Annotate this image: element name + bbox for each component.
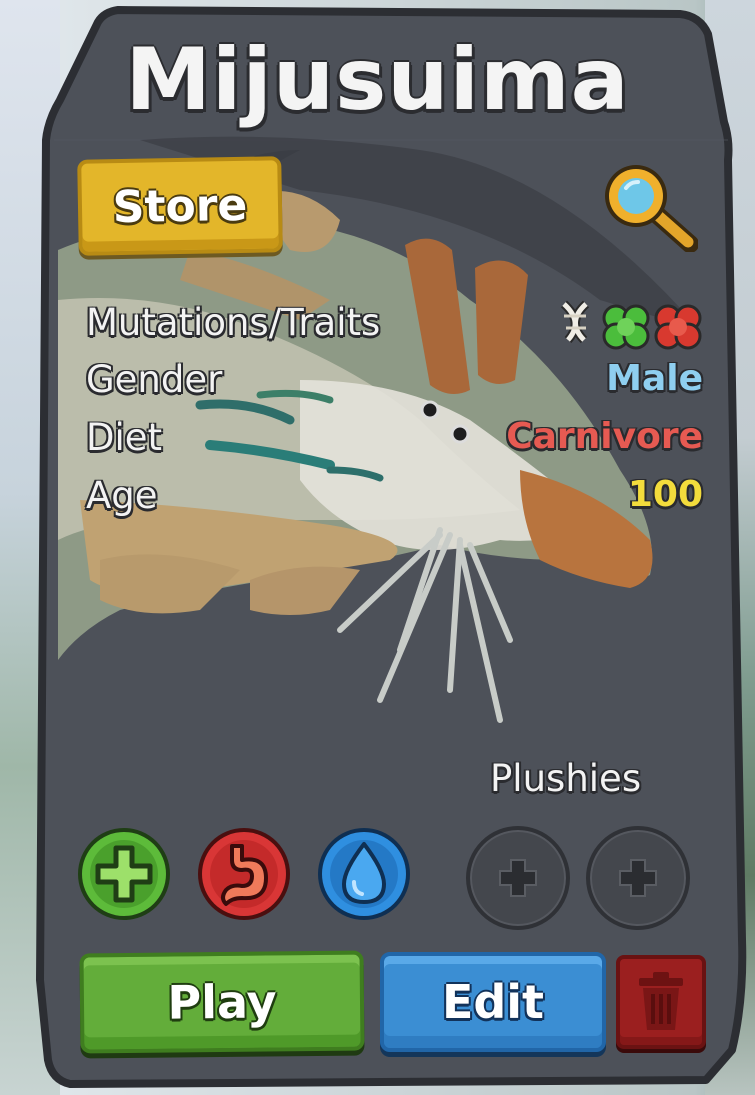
heal-button[interactable] — [76, 826, 172, 922]
add-plus-icon — [499, 859, 537, 897]
plushie-slot-1[interactable] — [466, 826, 570, 930]
diet-value: Carnivore — [506, 416, 703, 457]
plushie-slot-2[interactable] — [586, 826, 690, 930]
store-button-label: Store — [112, 179, 248, 233]
bones-trait-icon — [560, 300, 590, 344]
gender-label: Gender — [86, 358, 223, 401]
play-button-label: Play — [167, 974, 277, 1030]
diet-label: Diet — [86, 416, 163, 459]
green-cells-trait-icon — [602, 304, 650, 350]
magnifier-icon[interactable] — [598, 160, 698, 252]
creature-name-title: Mijusuima — [125, 30, 630, 130]
plushies-label: Plushies — [490, 757, 642, 800]
add-plus-icon — [619, 859, 657, 897]
play-button[interactable]: Play — [79, 950, 365, 1054]
red-cells-trait-icon — [654, 304, 702, 350]
trash-icon — [639, 972, 683, 1030]
age-label: Age — [86, 474, 158, 517]
mutations-traits-label: Mutations/Traits — [86, 301, 381, 344]
age-value: 100 — [627, 474, 703, 515]
store-button[interactable]: Store — [77, 156, 283, 256]
feed-button[interactable] — [196, 826, 292, 922]
trait-icons[interactable] — [556, 298, 708, 354]
edit-button[interactable]: Edit — [380, 952, 606, 1052]
delete-button[interactable] — [616, 955, 706, 1049]
edit-button-label: Edit — [441, 975, 545, 1029]
water-button[interactable] — [316, 826, 412, 922]
gender-value: Male — [606, 358, 703, 399]
